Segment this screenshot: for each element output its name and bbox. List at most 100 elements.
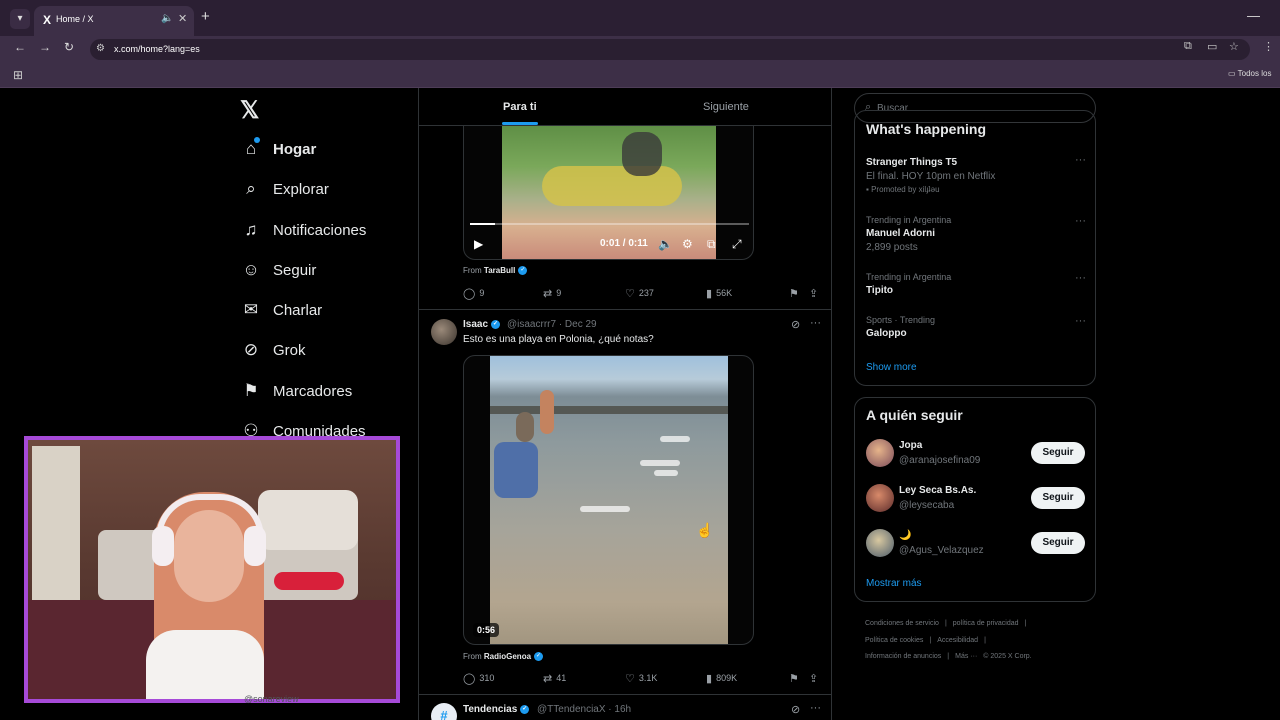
- chart-icon: ▮: [706, 288, 713, 300]
- views-button[interactable]: ▮ 56K: [706, 287, 732, 300]
- author-name-text: Isaac: [463, 319, 489, 330]
- translate-icon[interactable]: ⧉: [1184, 40, 1192, 53]
- reply-button[interactable]: ◯ 9: [463, 287, 484, 300]
- whats-happening-panel: What's happening Stranger Things T5 El f…: [854, 110, 1096, 386]
- tab-search-icon[interactable]: ▾: [10, 9, 30, 29]
- search-icon: ⌕: [246, 179, 256, 198]
- tweet-video[interactable]: ☝ 0:56: [463, 355, 754, 645]
- footer-link[interactable]: Información de anuncios: [865, 653, 941, 660]
- tweet-handle-date[interactable]: @TTendenciaX · 16h: [537, 704, 631, 715]
- star-icon[interactable]: ☆: [1229, 40, 1239, 53]
- more-icon[interactable]: ···: [810, 702, 821, 714]
- pip-icon[interactable]: ⧉: [707, 237, 716, 252]
- sidebar-account-handle[interactable]: @sonareview: [244, 694, 299, 704]
- browser-tab[interactable]: X Home / X 🔈 ✕: [34, 6, 194, 36]
- address-bar[interactable]: ⚙ x.com/home?lang=es: [90, 39, 1250, 60]
- footer-link[interactable]: Condiciones de servicio: [865, 620, 939, 627]
- trend-item[interactable]: Sports · Trending Galoppo ···: [866, 315, 1086, 339]
- footer-link[interactable]: Accesibilidad: [937, 637, 978, 644]
- sidebar-item-label: Notificaciones: [273, 222, 367, 239]
- forward-icon[interactable]: →: [39, 40, 51, 54]
- trend-item[interactable]: Trending in Argentina Tipito ···: [866, 272, 1086, 296]
- share-icon: ⇪: [809, 288, 819, 300]
- source-user[interactable]: RadioGenoa: [484, 652, 531, 661]
- video-foam: [580, 506, 630, 512]
- back-icon[interactable]: ←: [14, 40, 26, 54]
- video-progress-bar[interactable]: [470, 223, 749, 225]
- speaker-icon[interactable]: 🔈: [161, 13, 173, 24]
- tweet-divider: [419, 309, 831, 310]
- reload-icon[interactable]: ↻: [64, 40, 74, 54]
- bookmark-button[interactable]: ⚑: [789, 672, 803, 685]
- video-subject: [542, 166, 682, 206]
- minimize-icon[interactable]: —: [1247, 8, 1260, 23]
- retweet-button[interactable]: ⇄ 41: [543, 672, 566, 685]
- grok-icon[interactable]: ⊘: [791, 318, 800, 331]
- tweet-divider: [419, 694, 831, 695]
- like-button[interactable]: ♡ 237: [625, 287, 654, 300]
- footer-link[interactable]: Política de cookies: [865, 637, 923, 644]
- fullscreen-icon[interactable]: ⤢: [732, 237, 742, 252]
- tweet-source: From TaraBull ✓: [463, 266, 528, 276]
- reply-count: 9: [479, 288, 485, 298]
- more-icon[interactable]: ···: [1075, 272, 1086, 284]
- share-button[interactable]: ⇪: [809, 672, 822, 685]
- trend-name: Manuel Adorni: [866, 228, 936, 239]
- follow-name: Jopa: [899, 440, 923, 451]
- more-icon[interactable]: ···: [1075, 215, 1086, 227]
- follow-suggestion[interactable]: Ley Seca Bs.As. @leysecaba Seguir: [866, 482, 1086, 514]
- tweet-author-name[interactable]: Tendencias ✓: [463, 704, 530, 715]
- volume-icon[interactable]: 🔈: [658, 237, 673, 251]
- footer-more-link[interactable]: Más ···: [955, 653, 977, 660]
- retweet-button[interactable]: ⇄ 9: [543, 287, 561, 300]
- bookmark-button[interactable]: ⚑: [789, 287, 803, 300]
- reply-button[interactable]: ◯ 310: [463, 672, 494, 685]
- show-more-link[interactable]: Mostrar más: [866, 578, 922, 589]
- avatar[interactable]: [866, 439, 894, 467]
- tweet-source: From RadioGenoa ✓: [463, 652, 544, 662]
- trend-name: Stranger Things T5: [866, 157, 958, 168]
- follow-button[interactable]: Seguir: [1031, 487, 1085, 509]
- follow-suggestion[interactable]: Jopa @aranajosefina09 Seguir: [866, 437, 1086, 469]
- show-more-link[interactable]: Show more: [866, 362, 917, 373]
- new-tab-icon[interactable]: +: [201, 8, 210, 25]
- footer-separator: |: [947, 653, 950, 660]
- avatar[interactable]: #: [431, 703, 457, 720]
- active-tab-indicator: [502, 122, 538, 125]
- trend-item[interactable]: Trending in Argentina Manuel Adorni 2,89…: [866, 215, 1086, 253]
- like-button[interactable]: ♡ 3.1K: [625, 672, 657, 685]
- views-button[interactable]: ▮ 809K: [706, 672, 737, 685]
- x-logo-icon[interactable]: 𝕏: [240, 96, 259, 125]
- avatar[interactable]: [431, 319, 457, 345]
- heart-icon: ♡: [625, 673, 635, 685]
- tweet-handle-date[interactable]: @isaacrrr7 · Dec 29: [507, 319, 597, 330]
- close-icon[interactable]: ✕: [178, 12, 187, 25]
- tab-for-you[interactable]: Para ti: [503, 101, 537, 113]
- apps-grid-icon[interactable]: ⊞: [13, 68, 23, 82]
- more-icon[interactable]: ···: [1075, 315, 1086, 327]
- install-icon[interactable]: ▭: [1207, 40, 1217, 53]
- trend-context: Trending in Argentina: [866, 272, 952, 282]
- more-icon[interactable]: ···: [1075, 154, 1086, 166]
- settings-icon[interactable]: ⚙: [682, 237, 693, 251]
- trend-item[interactable]: Stranger Things T5 El final. HOY 10pm en…: [866, 154, 1086, 194]
- tweet-author-name[interactable]: Isaac ✓: [463, 319, 501, 330]
- follow-button[interactable]: Seguir: [1031, 532, 1085, 554]
- avatar[interactable]: [866, 484, 894, 512]
- bookmark-icon: ⚑: [789, 673, 799, 685]
- site-info-icon[interactable]: ⚙: [96, 43, 105, 54]
- tab-following[interactable]: Siguiente: [703, 101, 749, 113]
- avatar[interactable]: [866, 529, 894, 557]
- more-icon[interactable]: ···: [810, 317, 821, 329]
- source-user[interactable]: TaraBull: [484, 266, 515, 275]
- footer-link[interactable]: política de privacidad: [953, 620, 1019, 627]
- tweet-video-player[interactable]: ▶ 0:01 / 0:11 🔈 ⚙ ⧉ ⤢: [463, 126, 754, 260]
- play-icon[interactable]: ▶: [474, 237, 483, 251]
- follow-suggestion[interactable]: 🌙 @Agus_Velazquez Seguir: [866, 527, 1086, 559]
- bookmark-folder[interactable]: ▭ Todos los: [1228, 69, 1271, 78]
- url-text[interactable]: x.com/home?lang=es: [114, 44, 200, 54]
- grok-icon[interactable]: ⊘: [791, 703, 800, 716]
- follow-button[interactable]: Seguir: [1031, 442, 1085, 464]
- share-button[interactable]: ⇪: [809, 287, 822, 300]
- profile-icon[interactable]: ⋮: [1263, 40, 1274, 53]
